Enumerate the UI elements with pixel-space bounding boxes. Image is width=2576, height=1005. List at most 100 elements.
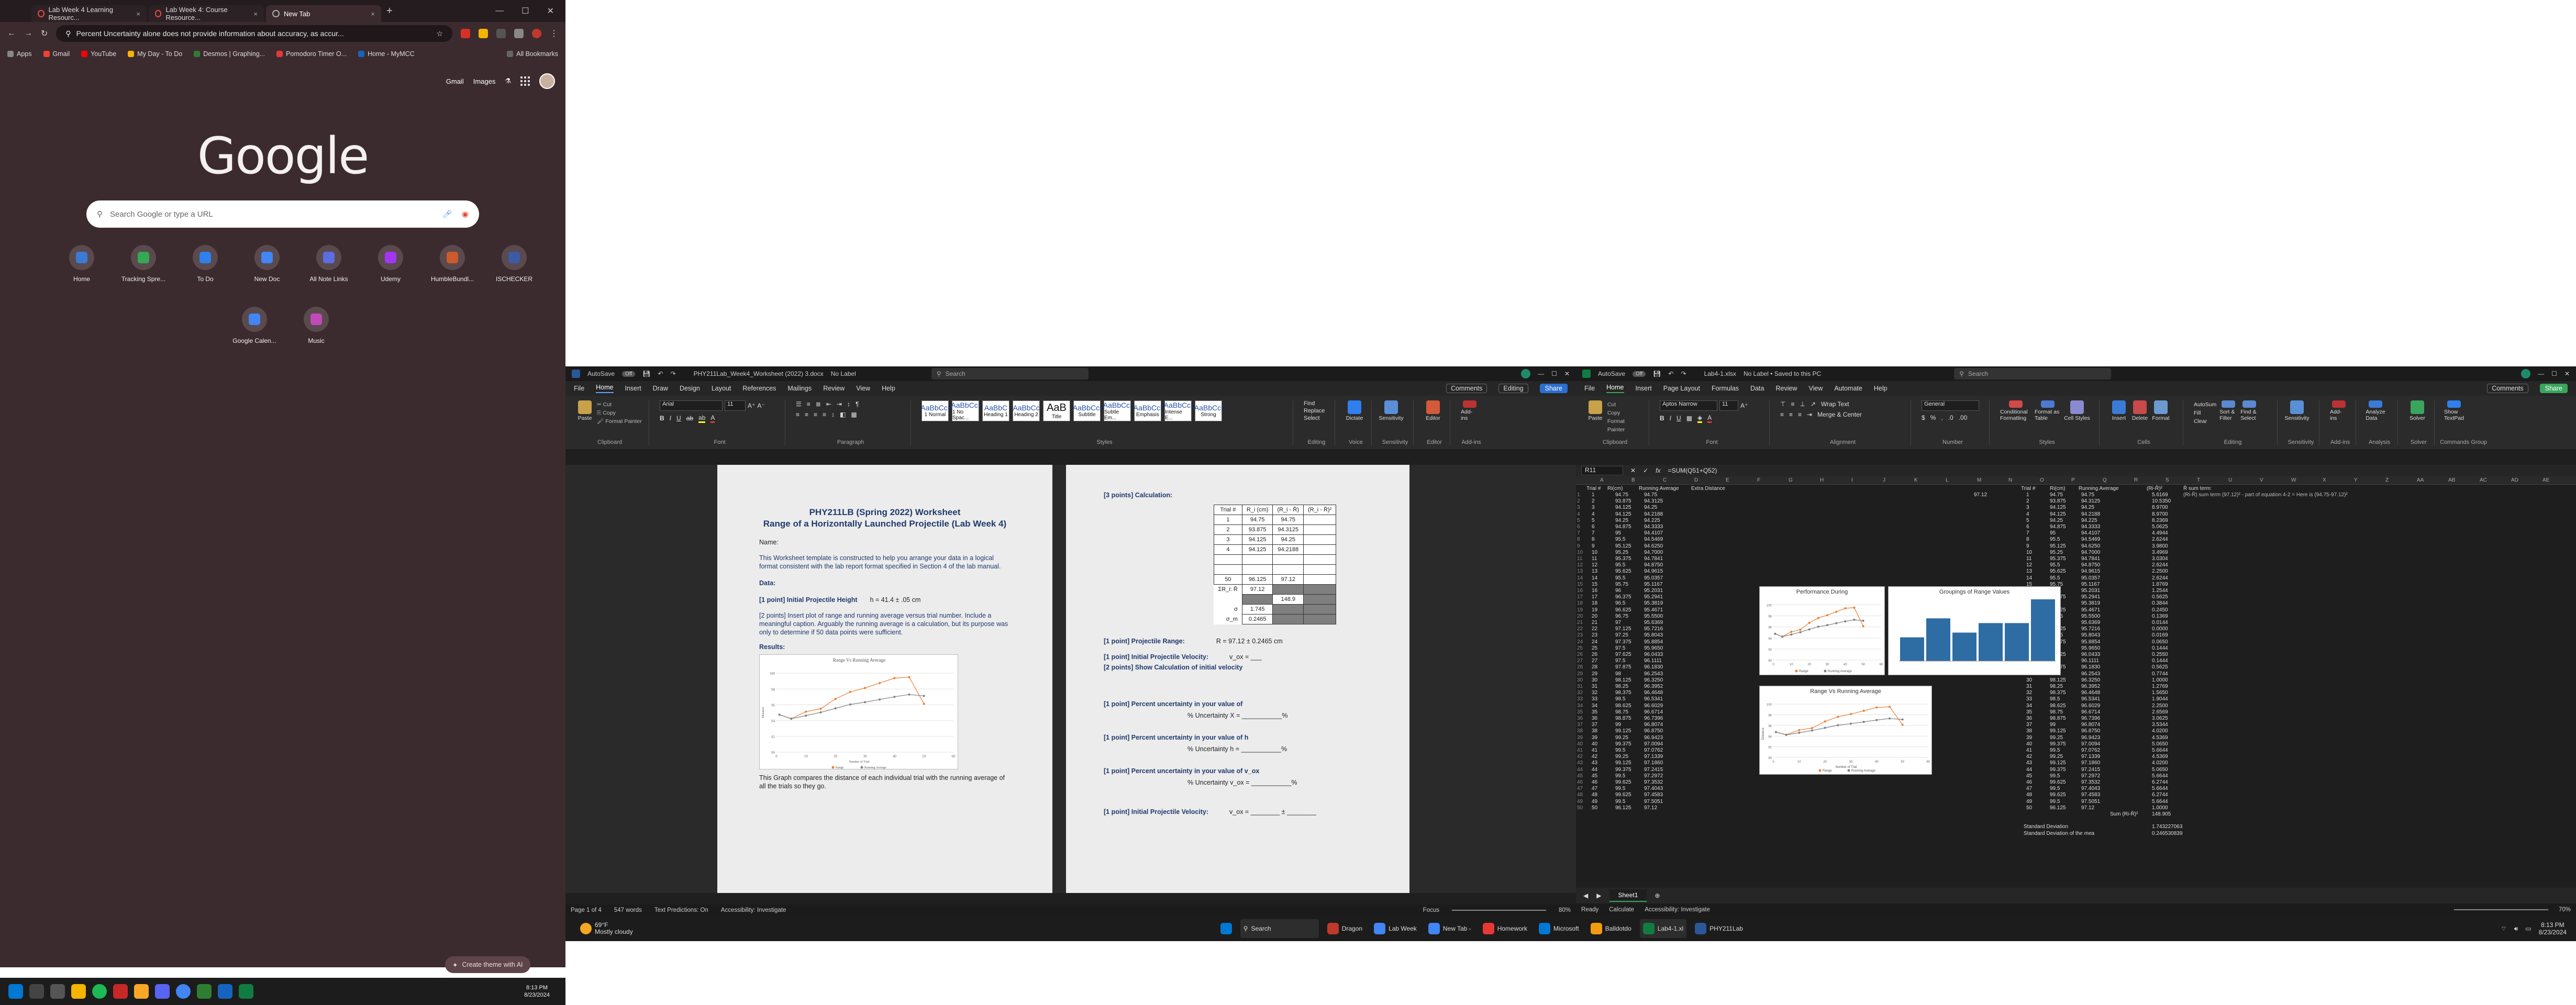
sum-label-cell[interactable]: Sum (Ri-R̄)² xyxy=(2110,811,2138,818)
range-cell[interactable]: 95.125 xyxy=(2050,543,2066,550)
column-header[interactable]: N xyxy=(2008,477,2012,484)
row-number[interactable]: 4 xyxy=(1577,511,1580,518)
average-cell[interactable]: 96.3250 xyxy=(2081,677,2100,684)
trial-cell[interactable]: 36 xyxy=(2026,716,2032,722)
google-apps-icon[interactable] xyxy=(520,76,530,86)
average-cell[interactable]: 97.1339 xyxy=(2081,754,2100,760)
average-cell[interactable]: 96.8074 xyxy=(1644,722,1663,728)
range-cell[interactable]: 95.25 xyxy=(1615,550,1628,556)
currency-icon[interactable]: $ xyxy=(1922,414,1925,421)
range-cell[interactable]: 94.125 xyxy=(2050,511,2066,518)
trial-cell[interactable]: 5 xyxy=(1592,518,1595,524)
format-painter-button[interactable]: 🖌︎ Format Painter xyxy=(597,417,642,426)
deviation-cell[interactable]: 0.0144 xyxy=(2152,620,2168,626)
deviation-cell[interactable]: 5.0650 xyxy=(2152,767,2168,773)
average-cell[interactable]: 96.6714 xyxy=(2081,709,2100,716)
average-cell[interactable]: 96.3952 xyxy=(1644,684,1663,690)
deviation-cell[interactable]: 2.6569 xyxy=(2152,709,2168,716)
deviation-cell[interactable]: 5.0650 xyxy=(2152,741,2168,747)
deviation-cell[interactable]: 8.9700 xyxy=(2152,511,2168,518)
font-size-select[interactable]: 11 xyxy=(1719,400,1738,411)
average-cell[interactable]: 94.25 xyxy=(1644,505,1657,511)
range-cell[interactable]: 98.5 xyxy=(2050,696,2060,702)
trial-cell[interactable]: 3 xyxy=(1592,505,1595,511)
range-cell[interactable]: 96.125 xyxy=(1615,805,1631,811)
average-cell[interactable]: 97.2972 xyxy=(2081,773,2100,779)
average-cell[interactable]: 94.4107 xyxy=(2081,530,2100,537)
row-number[interactable]: 28 xyxy=(1577,664,1583,671)
row-number[interactable]: 8 xyxy=(1577,537,1580,543)
average-cell[interactable]: 94.7000 xyxy=(1644,550,1663,556)
wrap-text-button[interactable]: Wrap Text xyxy=(1821,400,1849,408)
range-cell[interactable]: 94.25 xyxy=(1615,518,1628,524)
deviation-cell[interactable]: 0.7744 xyxy=(2152,671,2168,677)
stddev-label-cell[interactable]: Standard Deviation xyxy=(2024,824,2068,830)
column-header[interactable]: Q xyxy=(2103,477,2107,484)
row-number[interactable]: 11 xyxy=(1577,556,1582,562)
trial-cell[interactable]: 31 xyxy=(2026,684,2032,690)
style-normal[interactable]: AaBbCcI 1 Normal xyxy=(920,400,950,421)
average-cell[interactable]: 94.2188 xyxy=(1644,511,1663,518)
range-cell[interactable]: 97.5 xyxy=(1615,658,1625,664)
column-header[interactable]: H xyxy=(1820,477,1824,484)
row-number[interactable]: 47 xyxy=(1577,786,1583,792)
stdmean-value-cell[interactable]: 0.246530839 xyxy=(2152,831,2182,837)
column-header[interactable]: AD xyxy=(2511,477,2518,484)
start-icon[interactable] xyxy=(8,984,23,999)
deviation-cell[interactable]: 2.2500 xyxy=(2152,703,2168,709)
percent-icon[interactable]: % xyxy=(1930,414,1936,421)
orientation-icon[interactable]: ↗ xyxy=(1811,400,1816,408)
strikethrough-icon[interactable]: ab xyxy=(686,415,693,422)
average-cell[interactable]: 97.0762 xyxy=(1644,747,1663,754)
font-size-select[interactable]: 11 xyxy=(725,400,746,411)
clock[interactable]: 8:13 PM 8/23/2024 xyxy=(2539,921,2567,936)
copy-button[interactable]: ⎘ Copy xyxy=(597,409,642,417)
trial-cell[interactable]: 30 xyxy=(2026,677,2032,684)
replace-button[interactable]: Replace xyxy=(1304,408,1325,414)
trial-cell[interactable]: 31 xyxy=(1592,684,1597,690)
deviation-cell[interactable]: 2.6244 xyxy=(2152,562,2168,568)
trial-cell[interactable]: 27 xyxy=(1592,658,1597,664)
row-number[interactable]: 12 xyxy=(1577,562,1583,568)
average-cell[interactable]: 95.2031 xyxy=(2081,588,2100,594)
range-cell[interactable]: 99.125 xyxy=(1615,760,1631,766)
trial-cell[interactable]: 22 xyxy=(1592,626,1597,632)
trial-cell[interactable]: 48 xyxy=(2026,792,2032,798)
range-cell[interactable]: 94.25 xyxy=(2050,518,2063,524)
trial-cell[interactable]: 7 xyxy=(2026,530,2029,537)
bookmark-apps[interactable]: Apps xyxy=(7,50,32,58)
shortcut-ischecker[interactable]: ISCHECKER xyxy=(490,245,538,283)
row-number[interactable]: 36 xyxy=(1577,716,1583,722)
trial-cell[interactable]: 32 xyxy=(2026,690,2032,696)
average-cell[interactable]: 95.4671 xyxy=(1644,607,1663,613)
average-cell[interactable]: 95.8854 xyxy=(2081,639,2100,645)
trial-cell[interactable]: 2 xyxy=(2026,498,2029,505)
trial-cell[interactable]: 25 xyxy=(1592,645,1597,652)
align-center-icon[interactable]: ≡ xyxy=(1789,411,1793,418)
trial-cell[interactable]: 47 xyxy=(2026,786,2032,792)
deviation-cell[interactable]: 1.9044 xyxy=(2152,696,2168,702)
trial-cell[interactable]: 30 xyxy=(1592,677,1597,684)
minimize-icon[interactable]: — xyxy=(2538,370,2544,377)
trial-cell[interactable]: 8 xyxy=(1592,537,1595,543)
deviation-cell[interactable]: 4.5369 xyxy=(2152,735,2168,741)
average-cell[interactable]: 94.3333 xyxy=(1644,524,1663,530)
sensitivity-button[interactable]: Sensitivity xyxy=(1379,400,1404,421)
range-cell[interactable]: 95.5 xyxy=(1615,562,1625,568)
average-cell[interactable]: 96.3952 xyxy=(2081,684,2100,690)
average-cell[interactable]: 95.1167 xyxy=(2081,582,2100,588)
average-cell[interactable]: 95.1167 xyxy=(1644,582,1662,588)
minimize-icon[interactable]: — xyxy=(495,6,504,16)
trial-cell[interactable]: 20 xyxy=(1592,613,1597,620)
grow-font-icon[interactable]: A⁺ xyxy=(1740,402,1748,409)
name-box[interactable]: R11 xyxy=(1581,466,1623,475)
deviation-cell[interactable]: 2.6244 xyxy=(2152,575,2168,582)
trial-cell[interactable]: 21 xyxy=(1592,620,1597,626)
range-cell[interactable]: 96.125 xyxy=(2050,805,2066,811)
trial-cell[interactable]: 46 xyxy=(2026,779,2032,786)
column-header[interactable]: J xyxy=(1883,477,1885,484)
range-cell[interactable]: 96.75 xyxy=(1615,613,1628,620)
average-cell[interactable]: 95.8043 xyxy=(1644,632,1663,639)
sensitivity-label[interactable]: No Label • Saved to this PC xyxy=(1744,370,1821,377)
average-cell[interactable]: 96.6714 xyxy=(1644,709,1663,716)
